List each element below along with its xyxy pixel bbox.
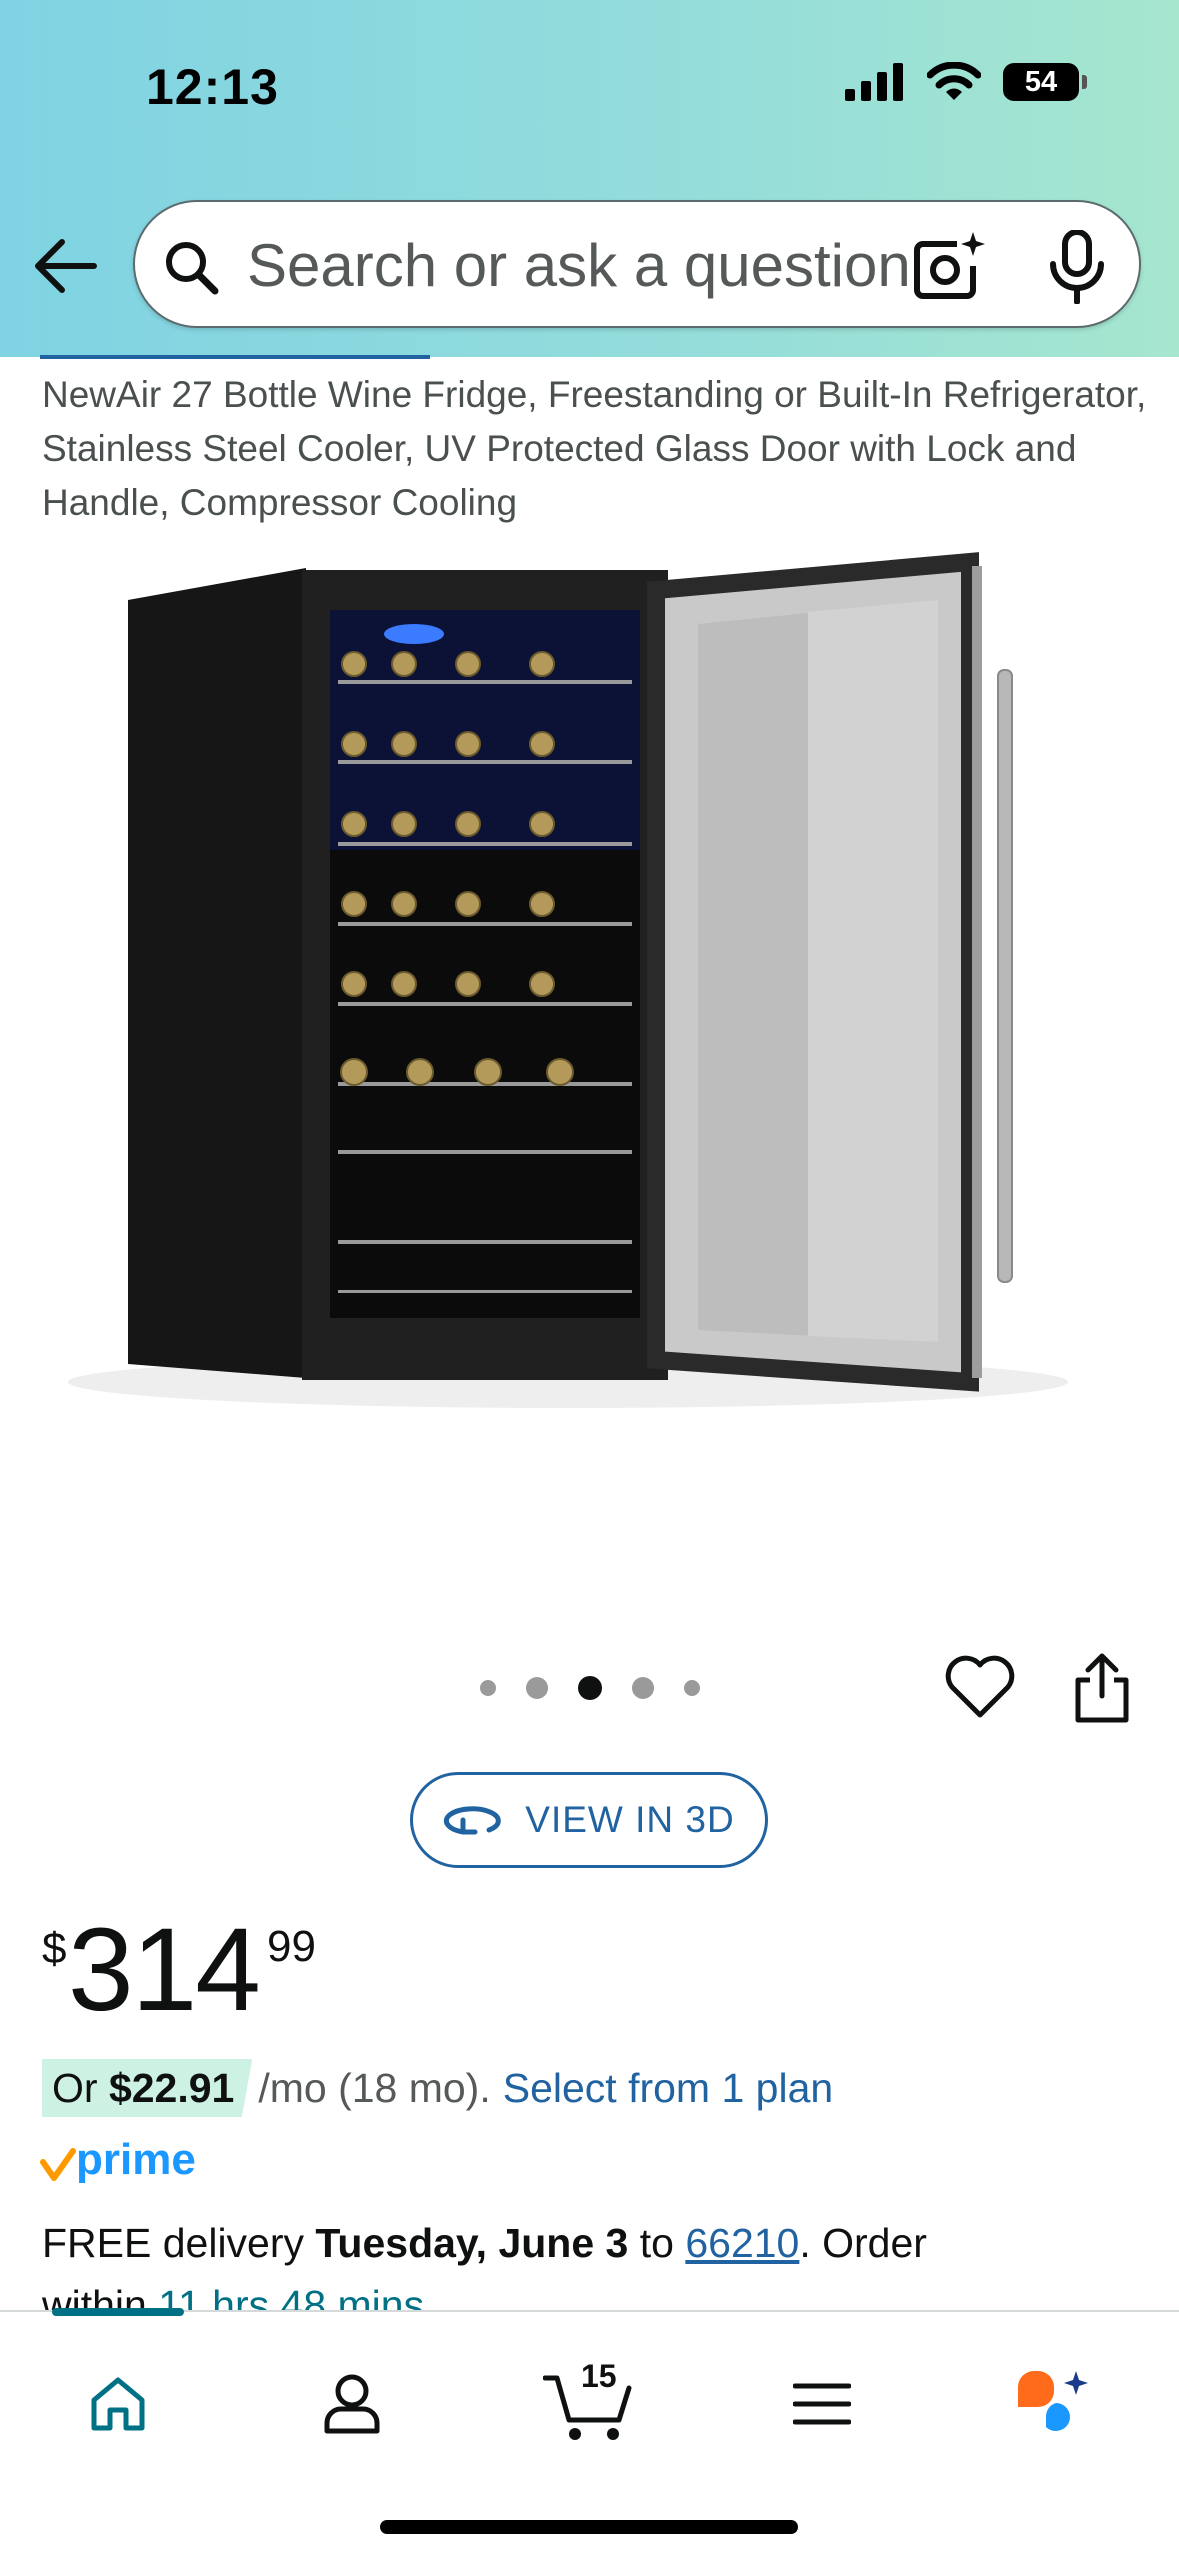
person-icon (324, 2374, 380, 2434)
monthly-amount: $22.91 (108, 2065, 235, 2111)
nav-menu[interactable] (772, 2354, 872, 2454)
share-icon[interactable] (1070, 1652, 1134, 1724)
rotate-3d-icon (444, 1806, 502, 1835)
active-tab-indicator (52, 2308, 184, 2316)
carousel-dot[interactable] (684, 1680, 700, 1696)
camera-lens-icon[interactable] (913, 230, 985, 302)
home-indicator (380, 2520, 798, 2534)
nav-home[interactable] (68, 2354, 168, 2454)
nav-rufus[interactable] (1004, 2354, 1104, 2454)
carousel-dot[interactable] (480, 1680, 496, 1696)
carousel-dot-active[interactable] (578, 1676, 602, 1700)
delivery-zip-link[interactable]: 66210 (685, 2220, 799, 2266)
battery-icon: 54 (1003, 63, 1087, 101)
price-currency: $ (42, 1924, 67, 1973)
delivery-date: Tuesday, June 3 (315, 2220, 629, 2266)
hamburger-menu-icon (793, 2383, 851, 2425)
view-in-3d-label: VIEW IN 3D (525, 1799, 735, 1840)
status-icons: 54 (845, 62, 1087, 102)
home-icon (91, 2377, 145, 2431)
microphone-icon[interactable] (1047, 230, 1107, 304)
prime-badge: prime (40, 2138, 196, 2182)
prime-check-icon (40, 2148, 76, 2181)
status-time: 12:13 (146, 59, 279, 115)
monthly-payment: Or $22.91 /mo (18 mo). Select from 1 pla… (42, 2055, 833, 2121)
tab-underline (40, 355, 430, 359)
monthly-payment-badge: Or $22.91 (42, 2059, 253, 2117)
nav-account[interactable] (302, 2354, 402, 2454)
prime-label: prime (76, 2135, 196, 2184)
view-in-3d-button[interactable]: VIEW IN 3D (410, 1772, 768, 1868)
bottom-nav: 15 (0, 2308, 1179, 2556)
nav-cart[interactable]: 15 (538, 2354, 638, 2454)
image-carousel-dots[interactable] (480, 1676, 700, 1700)
search-icon (166, 242, 219, 295)
cart-count-badge: 15 (581, 2358, 617, 2394)
search-bar[interactable]: Search or ask a question (133, 200, 1141, 328)
price-whole: 314 (68, 1904, 261, 2036)
back-arrow-icon[interactable] (32, 236, 100, 296)
wifi-icon (927, 62, 981, 100)
monthly-term: /mo (18 mo). (258, 2064, 491, 2111)
cellular-signal-icon (845, 63, 903, 101)
rufus-ai-icon (1018, 2371, 1088, 2432)
carousel-dot[interactable] (632, 1677, 654, 1699)
header: 12:13 54 Search or ask a question (0, 0, 1179, 357)
battery-level: 54 (1024, 65, 1058, 98)
carousel-dot[interactable] (526, 1677, 548, 1699)
price-fraction: 99 (267, 1922, 316, 1971)
search-input[interactable]: Search or ask a question (247, 228, 947, 304)
product-title[interactable]: NewAir 27 Bottle Wine Fridge, Freestandi… (42, 368, 1152, 530)
heart-icon[interactable] (944, 1655, 1016, 1719)
product-image[interactable] (48, 552, 1118, 1412)
select-plan-link[interactable]: Select from 1 plan (503, 2065, 833, 2112)
